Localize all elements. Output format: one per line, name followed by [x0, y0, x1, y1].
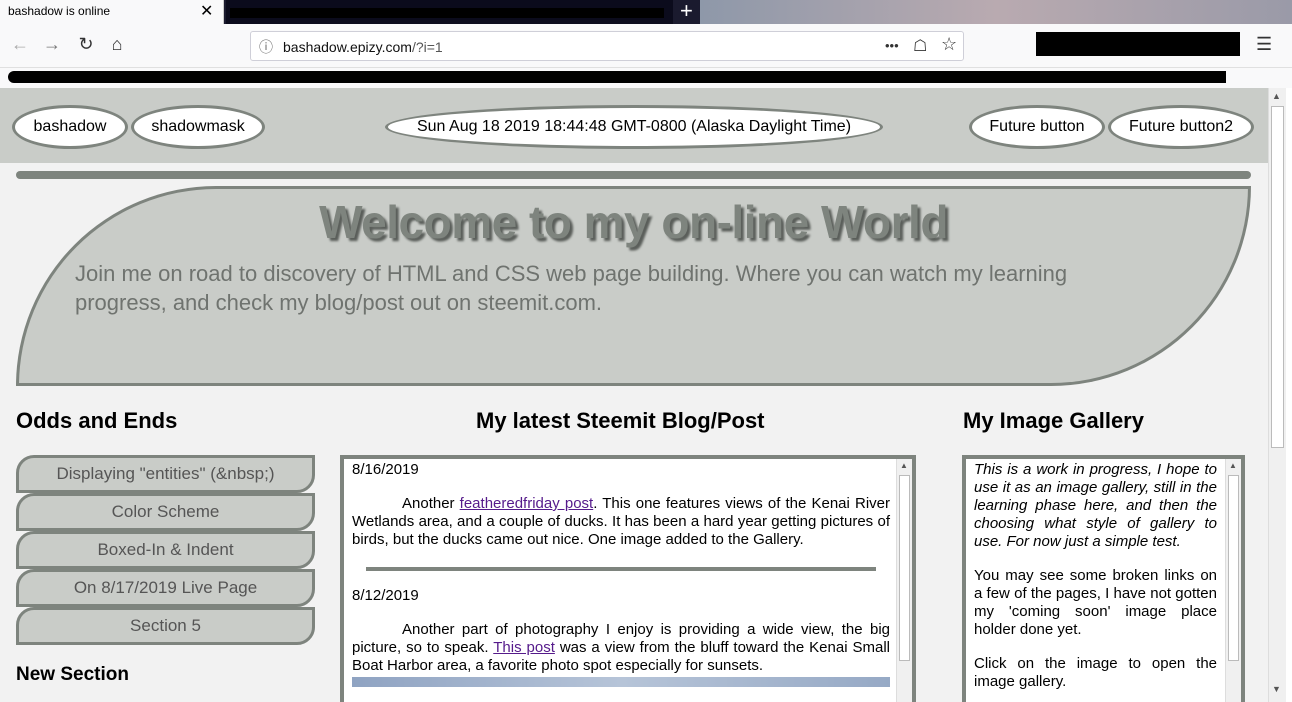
nav-button-bashadow[interactable]: bashadow: [12, 105, 128, 149]
back-icon[interactable]: ←: [8, 34, 32, 55]
page-scroll-thumb[interactable]: [1271, 106, 1284, 448]
page-actions-icon[interactable]: •••: [885, 38, 899, 53]
post-image[interactable]: [352, 677, 890, 687]
scroll-up-arrow-icon[interactable]: ▲: [1229, 461, 1237, 470]
tab-active[interactable]: bashadow is online ✕: [0, 0, 224, 24]
sidebar-item-section-5[interactable]: Section 5: [16, 607, 315, 645]
blog-title: My latest Steemit Blog/Post: [476, 408, 765, 433]
url-path: /?i=1: [411, 39, 443, 55]
site-info-icon[interactable]: ⓘ: [259, 37, 273, 57]
close-tab-icon[interactable]: ✕: [200, 1, 213, 21]
sidebar-item-entities[interactable]: Displaying "entities" (&nbsp;): [16, 455, 315, 493]
page-scrollbar[interactable]: ▲ ▼: [1268, 88, 1286, 702]
gallery-content: This is a work in progress, I hope to us…: [974, 461, 1217, 702]
redacted-tab[interactable]: [226, 0, 673, 24]
new-tab-icon[interactable]: +: [680, 0, 693, 24]
divider-bar: [16, 171, 1251, 179]
gallery-paragraph: You may see some broken links on a few o…: [974, 567, 1217, 638]
welcome-title: Welcome to my on-line World: [319, 196, 948, 248]
redacted-bookmarks: [8, 71, 1226, 83]
site-nav-bar: bashadow shadowmask Sun Aug 18 2019 18:4…: [0, 88, 1268, 163]
post-date: 8/16/2019: [352, 461, 419, 478]
nav-button-shadowmask[interactable]: shadowmask: [131, 105, 265, 149]
post-divider: [366, 567, 876, 571]
blog-scrollbar[interactable]: ▲: [896, 459, 912, 702]
redacted-toolbar-area: [1036, 32, 1240, 56]
nav-button-future2[interactable]: Future button2: [1108, 105, 1254, 149]
scroll-thumb[interactable]: [899, 475, 910, 661]
page-viewport: bashadow shadowmask Sun Aug 18 2019 18:4…: [0, 88, 1268, 702]
gallery-paragraph: Click on the image to open the image gal…: [974, 655, 1217, 690]
sidebar-item-live-page[interactable]: On 8/17/2019 Live Page: [16, 569, 315, 607]
bookmarks-bar: [0, 68, 1292, 88]
home-icon[interactable]: ⌂: [105, 34, 129, 55]
tab-title: bashadow is online: [8, 4, 111, 18]
gallery-scrollbar[interactable]: ▲: [1225, 459, 1241, 702]
blog-content: 8/16/2019 Another featheredfriday post. …: [352, 461, 890, 687]
gallery-paragraph: This is a work in progress, I hope to us…: [974, 461, 1217, 550]
sidebar-item-color-scheme[interactable]: Color Scheme: [16, 493, 315, 531]
url-domain: bashadow.epizy.com: [283, 39, 412, 55]
url-text[interactable]: bashadow.epizy.com/?i=1: [283, 39, 443, 55]
scroll-up-arrow-icon[interactable]: ▲: [1272, 91, 1281, 101]
bookmark-star-icon[interactable]: ☆: [941, 34, 957, 55]
scroll-thumb[interactable]: [1228, 475, 1239, 661]
sidebar-item-boxed-in[interactable]: Boxed-In & Indent: [16, 531, 315, 569]
gallery-scroll-box[interactable]: This is a work in progress, I hope to us…: [962, 455, 1245, 702]
post-date: 8/12/2019: [352, 587, 419, 604]
post-body: Another featheredfriday post. This one f…: [352, 495, 890, 548]
tab-bar: bashadow is online ✕ +: [0, 0, 1292, 24]
tab-strip-background: [700, 0, 1292, 24]
menu-icon[interactable]: ☰: [1256, 34, 1272, 55]
forward-icon[interactable]: →: [40, 34, 64, 55]
welcome-banner: Welcome to my on-line World Join me on r…: [16, 186, 1251, 386]
url-bar[interactable]: ⓘ bashadow.epizy.com/?i=1 ••• ☖ ☆: [250, 31, 964, 61]
scroll-down-arrow-icon[interactable]: ▼: [1272, 684, 1281, 694]
post-link[interactable]: featheredfriday post: [460, 495, 594, 512]
nav-toolbar: ← → ↻ ⌂ ⓘ bashadow.epizy.com/?i=1 ••• ☖ …: [0, 24, 1292, 68]
post-link[interactable]: This post: [493, 639, 555, 656]
new-section-title: New Section: [16, 664, 129, 685]
gallery-title: My Image Gallery: [963, 408, 1144, 433]
reload-icon[interactable]: ↻: [74, 34, 98, 55]
blog-scroll-box[interactable]: 8/16/2019 Another featheredfriday post. …: [340, 455, 916, 702]
nav-button-future[interactable]: Future button: [969, 105, 1105, 149]
window-edge: [1286, 88, 1292, 702]
odds-and-ends-title: Odds and Ends: [16, 408, 178, 433]
pocket-icon[interactable]: ☖: [913, 36, 927, 56]
welcome-intro: Join me on road to discovery of HTML and…: [75, 261, 1068, 315]
post-body: Another part of photography I enjoy is p…: [352, 621, 890, 674]
scroll-up-arrow-icon[interactable]: ▲: [900, 461, 908, 470]
clock-display: Sun Aug 18 2019 18:44:48 GMT-0800 (Alask…: [385, 105, 883, 149]
